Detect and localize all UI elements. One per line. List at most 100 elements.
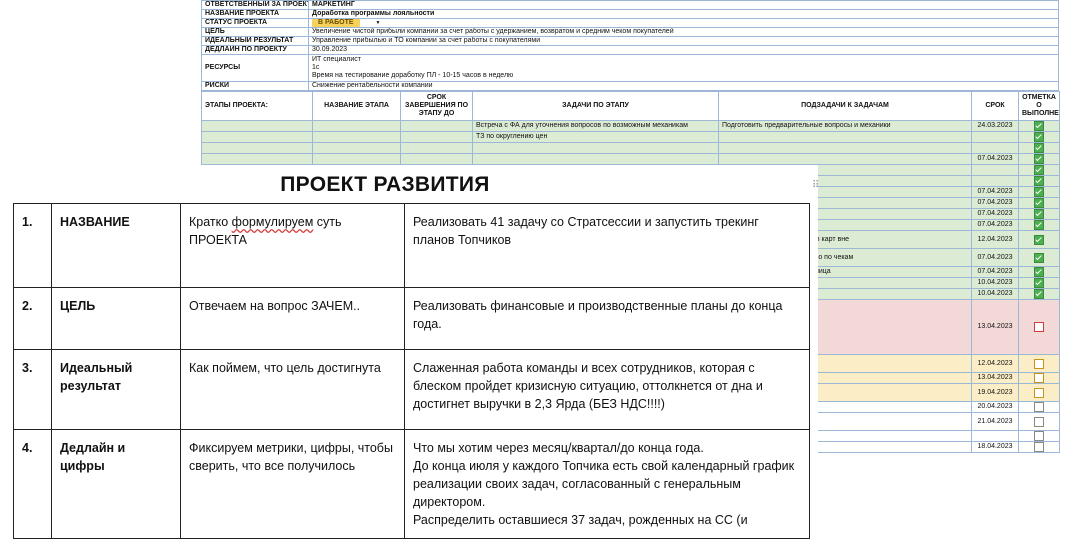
done-mark-cell (1018, 299, 1060, 355)
term-cell (971, 142, 1019, 154)
header-label: ИДЕАЛЬНЫЙ РЕЗУЛЬТАТ (201, 36, 309, 46)
stage-cell (400, 142, 473, 154)
stage-name-cell (312, 131, 401, 143)
stage-cell (472, 142, 719, 154)
header-row: НАЗВАНИЕ ПРОЕКТА Доработка программы лоял… (201, 9, 1059, 19)
term-cell: 13.04.2023 (971, 372, 1019, 384)
header-value: МАРКЕТИНГ (308, 0, 1059, 10)
drag-handle-icon[interactable]: ⠿ (812, 181, 820, 197)
description-text: Кратко (189, 215, 232, 229)
done-mark-cell (1018, 197, 1060, 209)
status-badge[interactable]: В РАБОТЕ (312, 19, 360, 27)
checked-checkbox-icon[interactable] (1034, 132, 1044, 142)
pending-checkbox-icon[interactable] (1034, 387, 1044, 398)
risks-row: РИСКИ Снижение рентабельности компании (201, 81, 1059, 91)
doc-row: 1. НАЗВАНИЕ Кратко формулируем суть ПРОЕКТ… (13, 203, 810, 288)
row-number: 2. (13, 287, 52, 350)
resources-row: РЕСУРСЫ ИТ специалист 1с Время на тестирова… (201, 54, 1059, 82)
term-cell: 07.04.2023 (971, 186, 1019, 198)
stage-task-row: 07.04.2023 (201, 153, 1060, 165)
header-label: ДЕДЛАЙН ПО ПРОЕКТУ (201, 45, 309, 55)
stage-cell (201, 142, 313, 154)
term-cell: 24.03.2023 (971, 120, 1019, 132)
value-line: Распределить оставшиеся 37 задач, рожден… (413, 513, 748, 527)
empty-checkbox-icon[interactable] (1034, 431, 1044, 441)
project-definition-table: 1. НАЗВАНИЕ Кратко формулируем суть ПРОЕКТ… (13, 203, 810, 539)
checked-checkbox-icon[interactable] (1034, 165, 1044, 175)
task-cell: Встреча с ФА для уточнения вопросов по в… (472, 120, 719, 132)
resource-line: ИТ специалист (312, 56, 361, 63)
header-value: Увеличение чистой прибыли компании за сч… (308, 27, 1059, 37)
header-label: СТАТУС ПРОЕКТА (201, 18, 309, 28)
stages-header-row: ЭТАПЫ ПРОЕКТА: НАЗВАНИЕ ЭТАПА СРОК ЗАВЕРШЕ… (201, 91, 1060, 121)
empty-checkbox-icon[interactable] (1034, 416, 1044, 427)
pending-checkbox-icon[interactable] (1034, 373, 1044, 383)
done-mark-cell (1018, 401, 1060, 413)
checked-checkbox-icon[interactable] (1034, 278, 1044, 288)
column-header: ОТМЕТКА О ВЫПОЛНЕНИИ (1018, 91, 1060, 121)
term-cell (971, 175, 1019, 187)
checked-checkbox-icon[interactable] (1034, 154, 1044, 164)
done-mark-cell (1018, 219, 1060, 231)
term-cell: 18.04.2023 (971, 441, 1019, 453)
checked-checkbox-icon[interactable] (1034, 143, 1044, 153)
header-label: ОТВЕТСТВЕННЫЙ ЗА ПРОЕКТ (201, 0, 309, 10)
stage-deadline-cell (400, 120, 473, 132)
checked-checkbox-icon[interactable] (1034, 289, 1044, 299)
done-mark-cell (1018, 175, 1060, 187)
stage-task-row: Встреча с ФА для уточнения вопросов по в… (201, 120, 1060, 132)
row-description: Фиксируем метрики, цифры, чтобы сверить,… (180, 429, 405, 539)
checked-checkbox-icon[interactable] (1034, 209, 1044, 219)
done-mark-cell (1018, 277, 1060, 289)
done-mark-cell (1018, 288, 1060, 300)
row-value: Реализовать 41 задачу со Стратсессии и з… (404, 203, 810, 288)
row-number: 3. (13, 349, 52, 430)
column-header: НАЗВАНИЕ ЭТАПА (312, 91, 401, 121)
doc-row: 2. ЦЕЛЬ Отвечаем на вопрос ЗАЧЕМ.. Реализов… (13, 287, 810, 350)
term-cell: 07.04.2023 (971, 153, 1019, 165)
project-header-table: ОТВЕТСТВЕННЫЙ ЗА ПРОЕКТ МАРКЕТИНГ НАЗВАНИЕ… (201, 0, 1059, 91)
checked-checkbox-icon[interactable] (1034, 176, 1044, 186)
chevron-down-icon[interactable]: ▼ (376, 20, 381, 26)
stage-task-row: ТЗ по округлению цен (201, 131, 1060, 143)
row-name: НАЗВАНИЕ (51, 203, 181, 288)
document-title: ПРОЕКТ РАЗВИТИЯ (280, 173, 490, 196)
header-label: НАЗВАНИЕ ПРОЕКТА (201, 9, 309, 19)
column-header: ЗАДАЧИ ПО ЭТАПУ (472, 91, 719, 121)
misspelled-word[interactable]: формулируем (232, 215, 314, 229)
checked-checkbox-icon[interactable] (1034, 121, 1044, 131)
subtask-cell (718, 131, 972, 143)
stage-deadline-cell (400, 131, 473, 143)
stage-cell (472, 153, 719, 165)
row-value: Реализовать финансовые и производственны… (404, 287, 810, 350)
term-cell: 07.04.2023 (971, 208, 1019, 220)
done-mark-cell (1018, 430, 1060, 442)
checked-checkbox-icon[interactable] (1034, 220, 1044, 230)
row-number: 1. (13, 203, 52, 288)
done-mark-cell (1018, 208, 1060, 220)
empty-checkbox-icon[interactable] (1034, 402, 1044, 412)
row-description: Кратко формулируем суть ПРОЕКТА (180, 203, 405, 288)
empty-checkbox-icon[interactable] (1034, 442, 1044, 452)
failed-checkbox-icon[interactable] (1034, 322, 1044, 332)
checked-checkbox-icon[interactable] (1034, 234, 1044, 245)
checked-checkbox-icon[interactable] (1034, 187, 1044, 197)
done-mark-cell (1018, 372, 1060, 384)
pending-checkbox-icon[interactable] (1034, 358, 1044, 369)
term-cell: 19.04.2023 (971, 383, 1019, 402)
checked-checkbox-icon[interactable] (1034, 252, 1044, 263)
column-header: СРОК ЗАВЕРШЕНИЯ ПО ЭТАПУ ДО (400, 91, 473, 121)
checked-checkbox-icon[interactable] (1034, 198, 1044, 208)
stage-cell (400, 153, 473, 165)
stage-name-cell (312, 120, 401, 132)
header-label: РЕСУРСЫ (201, 54, 309, 82)
header-label: РИСКИ (201, 81, 309, 91)
done-mark-cell (1018, 142, 1060, 154)
stage-cell (312, 142, 401, 154)
header-value: В РАБОТЕ ▼ (308, 18, 1059, 28)
column-header: ЭТАПЫ ПРОЕКТА: (201, 91, 313, 121)
term-cell: 21.04.2023 (971, 412, 1019, 431)
row-name: Идеальный результат (51, 349, 181, 430)
checked-checkbox-icon[interactable] (1034, 267, 1044, 277)
done-mark-cell (1018, 441, 1060, 453)
